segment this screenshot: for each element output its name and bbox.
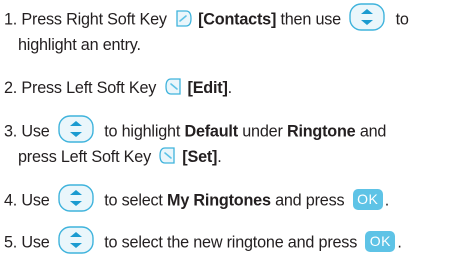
step-3: 3. Use to highlight Default under Ringto… [4,115,387,169]
ok-key-icon: OK [352,188,383,210]
step-1: 1. Press Right Soft Key [Contacts] then … [4,3,409,57]
step-bold-term: Ringtone [286,122,356,141]
step-text-line2: press Left Soft Key [Set]. [4,146,386,169]
navigation-key-icon [349,3,385,31]
step-bracket-label: [Set] [182,148,218,166]
step-4: 4. Use to select My Ringtones and press … [4,184,390,215]
step-text: . [384,191,390,210]
step-text: under [242,122,283,141]
step-text: Press Left Soft Key [21,79,157,97]
step-text: . [227,79,233,97]
step-text-line2: highlight an entry. [18,36,141,54]
step-2: 2. Press Left Soft Key [Edit]. [4,77,232,100]
step-text: . [217,148,222,166]
step-text: to [395,10,409,29]
step-text: to select [104,191,163,210]
step-text: press Left Soft Key [18,148,151,166]
step-number: 2. [4,79,18,97]
navigation-key-icon [58,226,94,254]
navigation-key-icon [58,184,94,212]
step-text: and press [275,191,345,210]
step-text: and [359,122,387,141]
navigation-key-icon [58,115,94,143]
step-5: 5. Use to select the new ringtone and pr… [4,226,402,257]
step-number: 3. [4,122,18,141]
instruction-steps: 1. Press Right Soft Key [Contacts] then … [0,0,467,261]
step-text: to highlight [104,122,181,141]
step-text: then use [280,10,341,29]
step-text: Use [21,191,50,210]
right-soft-key-icon [174,9,193,28]
step-bold-term: Default [184,122,238,141]
ok-key-icon: OK [365,230,396,252]
step-bracket-label: [Edit] [187,79,228,97]
step-number: 5. [4,233,18,252]
step-bold-term: My Ringtones [167,191,271,210]
step-text: Use [21,233,50,252]
step-bracket-label: [Contacts] [198,10,277,29]
step-text: to select the new ringtone and press [104,233,358,252]
step-text: Press Right Soft Key [21,10,167,29]
step-number: 4. [4,191,18,210]
left-soft-key-icon [164,77,183,96]
left-soft-key-icon [158,146,177,165]
step-text: Use [21,122,50,141]
step-number: 1. [4,10,18,29]
step-text: . [397,233,402,252]
